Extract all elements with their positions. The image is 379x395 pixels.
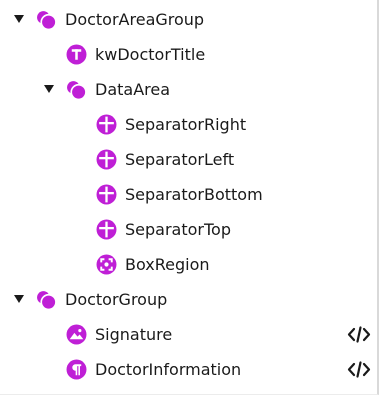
- tree-item-kw-doctor-title[interactable]: kwDoctorTitle: [0, 37, 377, 72]
- expand-caret-icon[interactable]: [44, 85, 54, 93]
- separator-icon: [96, 149, 117, 170]
- code-icon[interactable]: [347, 361, 371, 378]
- tree-item-label: DoctorInformation: [95, 360, 242, 379]
- separator-icon: [96, 219, 117, 240]
- tree-item-separator-left[interactable]: SeparatorLeft: [0, 142, 377, 177]
- tree-item-label: SeparatorBottom: [125, 185, 263, 204]
- tree-item-label: kwDoctorTitle: [95, 45, 206, 64]
- box-region-icon: [96, 254, 117, 275]
- tree-item-label: SeparatorTop: [125, 220, 231, 239]
- tree-item-label: SeparatorLeft: [125, 150, 235, 169]
- tree-item-separator-top[interactable]: SeparatorTop: [0, 212, 377, 247]
- group-icon: [37, 11, 57, 30]
- separator-icon: [96, 184, 117, 205]
- group-icon: [67, 81, 87, 100]
- group-icon: [37, 291, 57, 310]
- tree-item-separator-bottom[interactable]: SeparatorBottom: [0, 177, 377, 212]
- paragraph-icon: [66, 359, 87, 380]
- tree-item-signature[interactable]: Signature: [0, 317, 377, 352]
- image-icon: [66, 324, 87, 345]
- outline-tree-panel: DoctorAreaGroup kwDoctorTitle DataArea S…: [0, 0, 379, 395]
- tree-item-separator-right[interactable]: SeparatorRight: [0, 107, 377, 142]
- tree-item-label: DoctorAreaGroup: [65, 10, 205, 29]
- tree-item-label: Signature: [95, 325, 173, 344]
- tree-item-doctor-area-group[interactable]: DoctorAreaGroup: [0, 2, 377, 37]
- tree-item-box-region[interactable]: BoxRegion: [0, 247, 377, 282]
- tree-item-doctor-information[interactable]: DoctorInformation: [0, 352, 377, 387]
- tree-item-label: BoxRegion: [125, 255, 210, 274]
- tree-item-doctor-group[interactable]: DoctorGroup: [0, 282, 377, 317]
- expand-caret-icon[interactable]: [14, 15, 24, 23]
- code-icon[interactable]: [347, 326, 371, 343]
- expand-caret-icon[interactable]: [14, 295, 24, 303]
- tree-item-label: DoctorGroup: [65, 290, 168, 309]
- tree-item-label: DataArea: [95, 80, 171, 99]
- tree-item-data-area[interactable]: DataArea: [0, 72, 377, 107]
- tree-item-label: SeparatorRight: [125, 115, 247, 134]
- text-icon: [66, 44, 87, 65]
- separator-icon: [96, 114, 117, 135]
